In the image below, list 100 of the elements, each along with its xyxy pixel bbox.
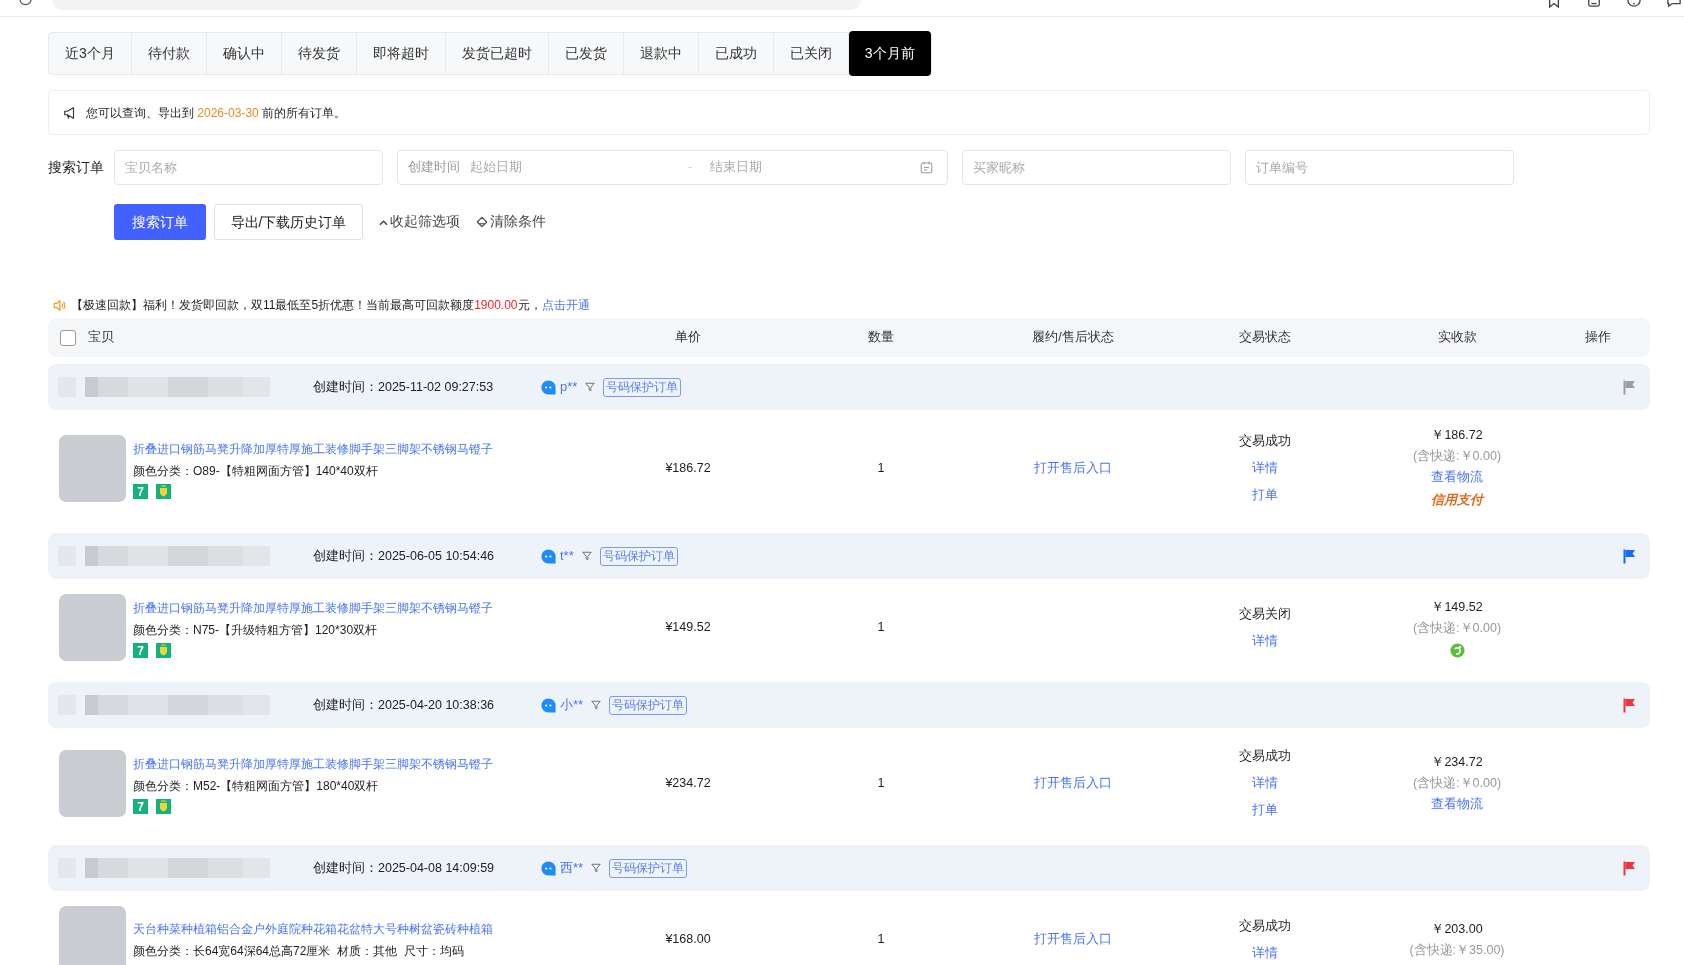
day-count-badge: 7 (133, 484, 148, 499)
search-label: 搜索订单 (48, 158, 105, 177)
tab[interactable]: 近3个月 (49, 33, 132, 74)
clipboard-icon[interactable] (1587, 0, 1601, 8)
select-all-checkbox[interactable] (60, 329, 76, 346)
buyer-name[interactable]: 小** (560, 695, 584, 715)
action-link[interactable]: 详情 (1252, 455, 1278, 482)
unit-price: ¥234.72 (665, 775, 711, 792)
flag-icon[interactable] (1623, 697, 1636, 713)
after-sale-link[interactable]: 打开售后入口 (1034, 930, 1112, 949)
action-link[interactable]: 打单 (1252, 482, 1278, 509)
day-count-badge: 7 (133, 799, 148, 814)
buyer-name[interactable]: t** (560, 546, 574, 566)
unit-price: ¥168.00 (665, 931, 711, 948)
created-time: 创建时间：2025-11-02 09:27:53 (313, 378, 495, 396)
product-title-link[interactable]: 折叠进口钢筋马凳升降加厚特厚施工装修脚手架三脚架不锈钢马镫子 (133, 753, 493, 775)
trade-status: 交易成功 (1239, 748, 1291, 765)
filter-icon[interactable] (591, 700, 602, 710)
after-sale-link[interactable]: 打开售后入口 (1034, 774, 1112, 793)
flag-icon[interactable] (1623, 860, 1636, 876)
amount-received: ￥186.72 (1431, 427, 1483, 444)
quantity: 1 (877, 619, 885, 636)
action-link[interactable]: 打单 (1252, 797, 1278, 824)
flag-icon[interactable] (1623, 379, 1636, 395)
field-prefix: 创建时间 (408, 159, 460, 177)
tab[interactable]: 3个月前 (848, 31, 931, 76)
column-header: 实收款 (1437, 330, 1477, 345)
input-field[interactable]: 订单编号 (1245, 150, 1514, 185)
speaker-icon (53, 298, 66, 312)
input-field[interactable]: 宝贝名称 (114, 150, 383, 185)
trade-status: 交易关闭 (1239, 605, 1291, 623)
tab[interactable]: 退款中 (623, 33, 699, 74)
search-button[interactable]: 搜索订单 (114, 204, 206, 240)
photo-placeholder (59, 594, 126, 661)
column-header: 单价 (675, 330, 701, 345)
notice-text: 您可以查询、导出到 2026-03-30 前的所有订单。 (86, 104, 347, 122)
created-time: 创建时间：2025-04-08 14:09:59 (313, 859, 496, 877)
start-date-input[interactable]: 起始日期 (470, 158, 670, 177)
tab[interactable]: 发货已超时 (445, 33, 549, 74)
quantity: 1 (877, 460, 885, 477)
tab[interactable]: 已发货 (548, 33, 624, 74)
credit-pay-label: 信用支付 (1431, 491, 1483, 509)
tab[interactable]: 待付款 (131, 33, 207, 74)
product-variant: 颜色分类：长64宽64深64总高72厘米 材质：其他 尺寸：均码 (133, 942, 465, 960)
export-button[interactable]: 导出/下载历史订单 (214, 204, 363, 240)
action-link[interactable]: 详情 (1252, 939, 1278, 965)
column-header: 交易状态 (1239, 330, 1291, 345)
unit-price: ¥186.72 (665, 460, 711, 477)
product-title-link[interactable]: 折叠进口钢筋马凳升降加厚特厚施工装修脚手架三脚架不锈钢马镫子 (133, 438, 493, 460)
amount-received: ￥234.72 (1431, 754, 1483, 771)
column-header: 操作 (1585, 330, 1611, 345)
enable-link[interactable]: 点击开通 (541, 298, 590, 312)
logistics-link[interactable]: 查看物流 (1431, 467, 1483, 488)
order-tag: 号码保护订单 (599, 546, 678, 566)
help-icon[interactable] (1627, 0, 1641, 8)
input-field[interactable]: 买家昵称 (962, 150, 1231, 185)
chat-face-icon[interactable] (540, 378, 557, 396)
created-time: 创建时间：2025-06-05 10:54:46 (313, 547, 496, 565)
order-tag: 号码保护订单 (603, 377, 682, 397)
trade-status: 交易成功 (1239, 917, 1291, 935)
order-tag: 号码保护订单 (609, 858, 688, 878)
megaphone-icon (63, 105, 77, 120)
action-link[interactable]: 详情 (1252, 770, 1278, 797)
action-link[interactable]: 详情 (1252, 627, 1278, 655)
buyer-name[interactable]: p** (560, 377, 578, 397)
chat-face-icon[interactable] (540, 696, 557, 714)
quantity: 1 (877, 931, 885, 948)
photo-placeholder (59, 906, 126, 965)
calendar-icon[interactable] (920, 161, 933, 174)
product-title-link[interactable]: 折叠进口钢筋马凳升降加厚特厚施工装修脚手架三脚架不锈钢马镫子 (133, 597, 493, 619)
clear-filter-button[interactable]: 清除条件 (476, 211, 546, 233)
after-sale-link[interactable]: 打开售后入口 (1034, 459, 1112, 478)
chat-icon[interactable] (1667, 0, 1681, 8)
amount-received: ￥149.52 (1431, 599, 1483, 616)
product-variant: 颜色分类：O89-【特粗网面方管】140*40双杆 (133, 463, 379, 480)
end-date-input[interactable]: 结束日期 (710, 158, 910, 177)
shield-icon (156, 484, 171, 499)
order-tag: 号码保护订单 (609, 695, 688, 715)
chat-face-icon[interactable] (540, 547, 557, 565)
filter-icon[interactable] (591, 863, 602, 873)
filter-icon[interactable] (585, 382, 596, 392)
day-count-badge: 7 (133, 643, 148, 658)
collapse-filter-button[interactable]: 收起筛选项 (379, 211, 460, 233)
logistics-link[interactable]: 查看物流 (1431, 794, 1483, 815)
tab[interactable]: 已关闭 (773, 33, 849, 74)
tab[interactable]: 确认中 (206, 33, 282, 74)
tab[interactable]: 待发货 (281, 33, 357, 74)
bookmark-icon[interactable] (1547, 0, 1561, 8)
flag-icon[interactable] (1623, 548, 1636, 564)
photo-placeholder (59, 435, 126, 502)
chat-face-icon[interactable] (540, 859, 557, 877)
quantity: 1 (877, 775, 885, 792)
product-title-link[interactable]: 天台种菜种植箱铝合金户外庭院种花箱花盆特大号种树盆瓷砖种植箱 (133, 917, 493, 940)
shield-icon (156, 643, 171, 658)
filter-icon[interactable] (581, 551, 592, 561)
tab[interactable]: 已成功 (698, 33, 774, 74)
shipping-note: (含快递:￥0.00) (1412, 448, 1502, 465)
buyer-name[interactable]: 西** (560, 858, 584, 878)
column-header: 宝贝 (88, 329, 114, 347)
tab[interactable]: 即将超时 (356, 33, 446, 74)
